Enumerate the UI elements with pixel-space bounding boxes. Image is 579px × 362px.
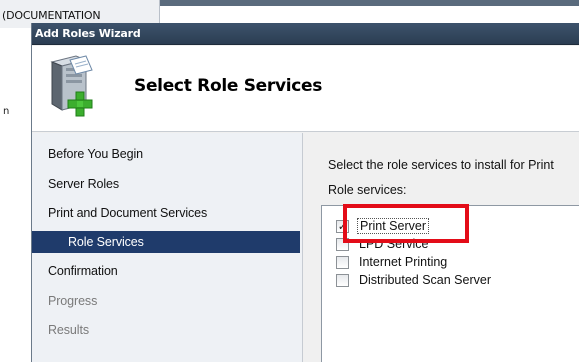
- instructions-text: Select the role services to install for …: [328, 158, 554, 172]
- list-item-label: Print Server: [357, 218, 429, 234]
- wizard-titlebar[interactable]: Add Roles Wizard: [32, 23, 579, 45]
- list-item-distributed-scan-server[interactable]: Distributed Scan Server: [336, 271, 491, 289]
- server-add-icon: [46, 52, 104, 118]
- role-services-panel: Select the role services to install for …: [303, 133, 579, 362]
- checkbox-distributed-scan-server[interactable]: [336, 273, 349, 287]
- nav-item-before-you-begin[interactable]: Before You Begin: [32, 143, 300, 165]
- list-item-label: LPD Service: [359, 237, 429, 251]
- list-item-internet-printing[interactable]: Internet Printing: [336, 253, 447, 271]
- checkbox-lpd-service[interactable]: [336, 237, 349, 251]
- role-services-label: Role services:: [328, 183, 407, 197]
- nav-item-server-roles[interactable]: Server Roles: [32, 173, 300, 195]
- nav-item-confirmation[interactable]: Confirmation: [32, 260, 300, 282]
- wizard-step-nav: Before You Begin Server Roles Print and …: [32, 133, 302, 362]
- list-item-label: Distributed Scan Server: [359, 273, 492, 287]
- nav-item-progress: Progress: [48, 294, 98, 308]
- checkbox-internet-printing[interactable]: [336, 255, 349, 269]
- nav-item-print-document-services[interactable]: Print and Document Services: [32, 202, 300, 224]
- role-services-list[interactable]: ✓ Print Server LPD Service Internet Prin…: [321, 205, 579, 362]
- list-item-lpd-service[interactable]: LPD Service: [336, 235, 428, 253]
- list-item-label: Internet Printing: [359, 255, 448, 269]
- wizard-header: Select Role Services: [32, 46, 579, 132]
- wizard-title: Add Roles Wizard: [35, 27, 141, 40]
- nav-item-role-services[interactable]: Role Services: [32, 231, 300, 253]
- page-title: Select Role Services: [134, 76, 323, 96]
- checkbox-print-server[interactable]: ✓: [336, 219, 349, 233]
- nav-item-results: Results: [48, 323, 89, 337]
- background-text: n: [3, 106, 10, 117]
- background-window-title: (DOCUMENTATION: [2, 9, 101, 22]
- list-item-print-server[interactable]: ✓ Print Server: [336, 217, 429, 235]
- add-roles-wizard-window: Add Roles Wizard Select Role Services Be…: [31, 23, 579, 362]
